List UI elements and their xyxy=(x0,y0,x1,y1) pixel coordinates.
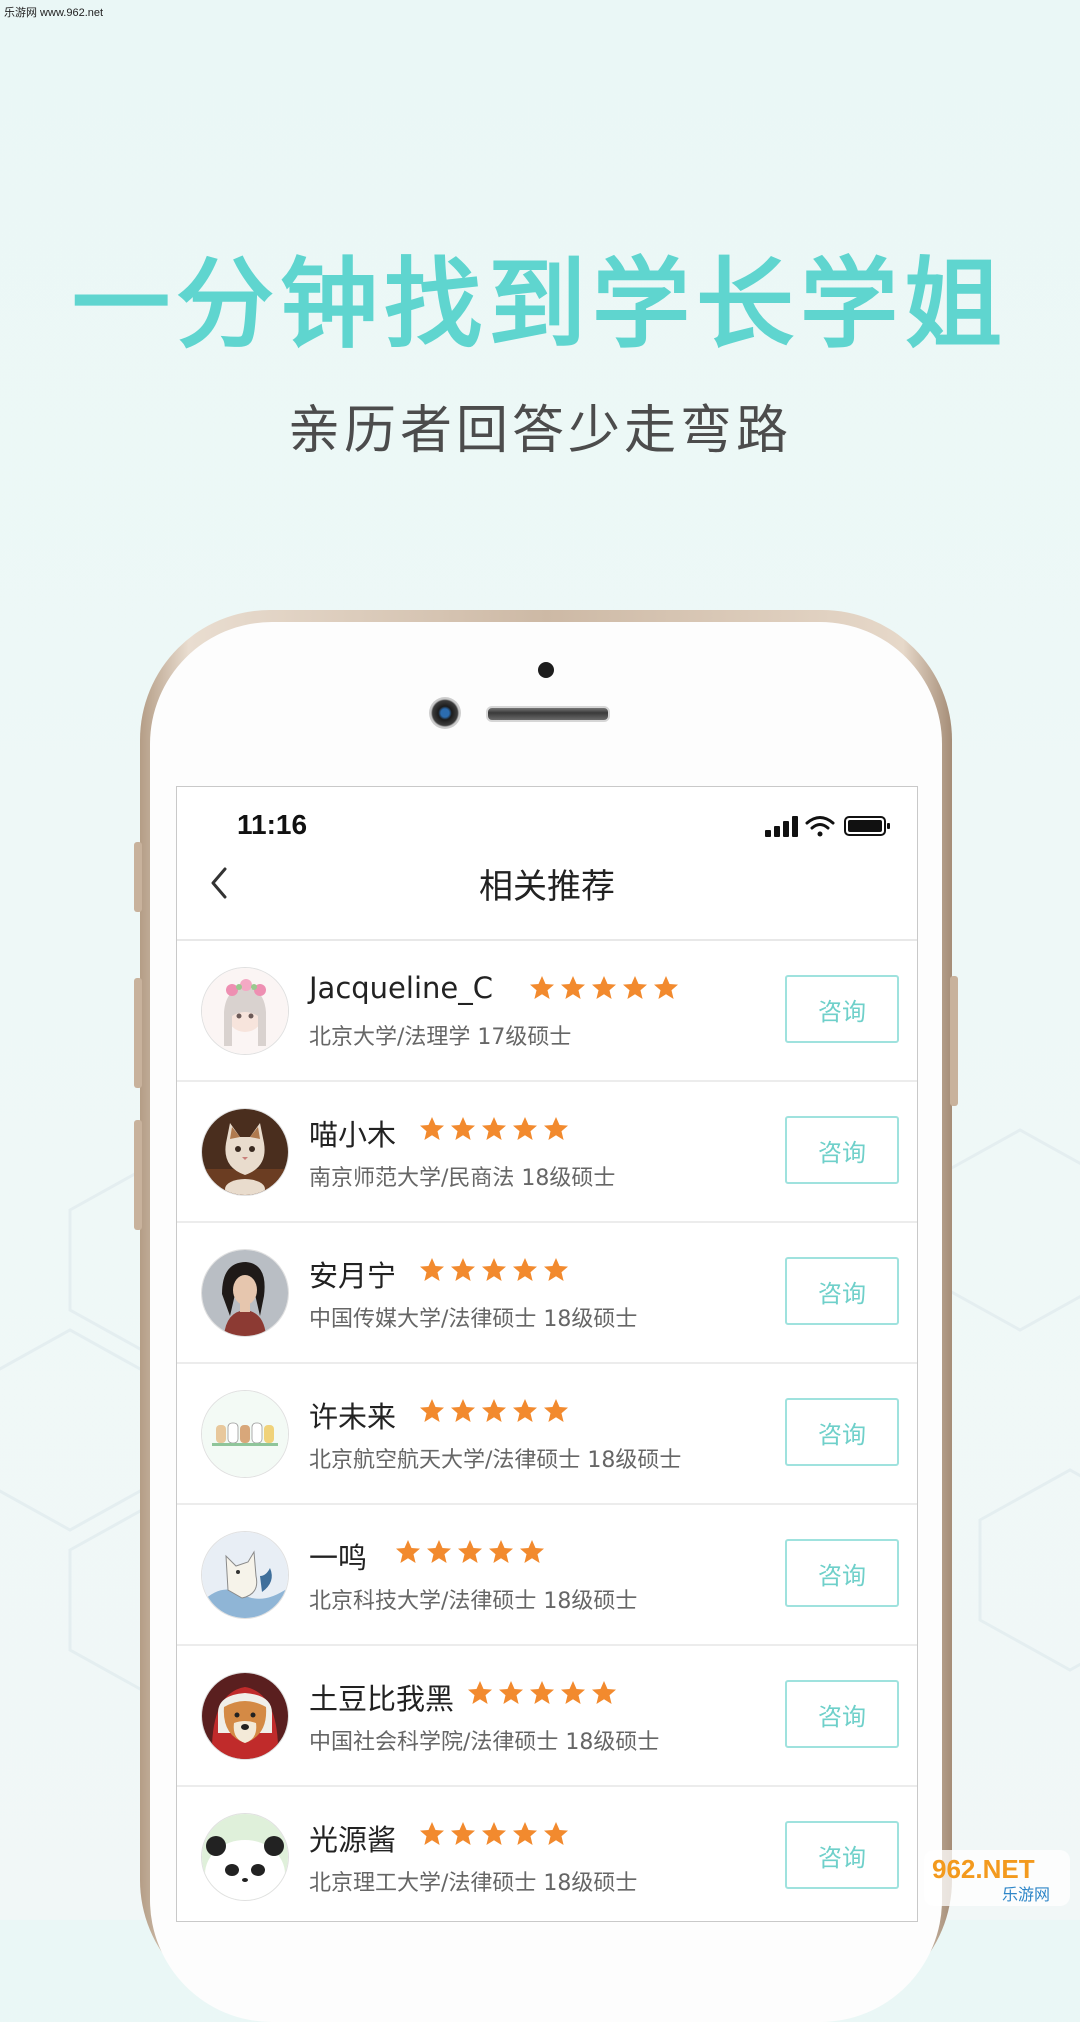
star-icon xyxy=(623,976,647,999)
rating-stars xyxy=(419,1821,569,1847)
star-icon xyxy=(451,1117,475,1140)
site-watermark: 乐游网 www.962.net xyxy=(4,7,104,19)
user-school-info: 北京理工大学/法律硕士 18级硕士 xyxy=(309,1871,638,1896)
consult-button[interactable]: 咨询 xyxy=(785,1539,899,1607)
nav-bar: 11:16 相关推荐 xyxy=(177,787,917,941)
rating-stars xyxy=(419,1398,569,1424)
earpiece-speaker xyxy=(486,706,610,722)
signal-icon xyxy=(765,816,798,837)
avatar xyxy=(201,967,289,1055)
star-icon xyxy=(561,976,585,999)
list-item[interactable]: 许未来 北京航空航天大学/法律硕士 18级硕士 咨询 xyxy=(177,1364,917,1505)
user-school-info: 中国社会科学院/法律硕士 18级硕士 xyxy=(309,1730,660,1755)
user-school-info: 中国传媒大学/法律硕士 18级硕士 xyxy=(309,1307,638,1332)
star-icon xyxy=(592,976,616,999)
star-icon xyxy=(561,1681,585,1704)
star-icon xyxy=(420,1258,444,1281)
phone-volume-down-button xyxy=(134,1120,142,1230)
star-icon xyxy=(427,1540,451,1563)
user-name: 安月宁 xyxy=(309,1259,397,1293)
star-icon xyxy=(544,1117,568,1140)
user-school-info: 北京航空航天大学/法律硕士 18级硕士 xyxy=(309,1448,682,1473)
brand-watermark-sub: 乐游网 xyxy=(1002,1885,1050,1904)
status-icons xyxy=(765,813,895,843)
user-name: 光源酱 xyxy=(309,1823,397,1857)
star-icon xyxy=(482,1258,506,1281)
rating-stars xyxy=(467,1680,617,1706)
rating-stars xyxy=(395,1539,545,1565)
star-icon xyxy=(592,1681,616,1704)
star-icon xyxy=(499,1681,523,1704)
avatar xyxy=(201,1390,289,1478)
star-icon xyxy=(544,1258,568,1281)
proximity-sensor xyxy=(538,662,554,678)
front-camera-icon xyxy=(429,697,461,729)
star-icon xyxy=(451,1822,475,1845)
hero-subline: 亲历者回答少走弯路 xyxy=(287,401,792,461)
user-name: Jacqueline_C xyxy=(309,971,493,1005)
avatar xyxy=(201,1108,289,1196)
status-time: 11:16 xyxy=(237,809,308,840)
star-icon xyxy=(513,1822,537,1845)
rating-stars xyxy=(419,1116,569,1142)
consult-button[interactable]: 咨询 xyxy=(785,1398,899,1466)
user-school-info: 北京大学/法理学 17级硕士 xyxy=(309,1025,572,1050)
user-name: 一鸣 xyxy=(309,1541,368,1575)
star-icon xyxy=(420,1399,444,1422)
user-name: 土豆比我黑 xyxy=(309,1682,455,1716)
star-icon xyxy=(468,1681,492,1704)
brand-watermark-text: 962.NET xyxy=(932,1854,1035,1884)
star-icon xyxy=(451,1399,475,1422)
list-item[interactable]: 土豆比我黑 中国社会科学院/法律硕士 18级硕士 咨询 xyxy=(177,1646,917,1787)
wifi-icon xyxy=(805,816,835,837)
star-icon xyxy=(420,1117,444,1140)
avatar xyxy=(201,1249,289,1337)
consult-button[interactable]: 咨询 xyxy=(785,1116,899,1184)
star-icon xyxy=(654,976,678,999)
battery-icon xyxy=(844,816,890,836)
hero-headline: 一分钟找到学长学姐 xyxy=(71,248,1008,362)
phone-power-button xyxy=(950,976,958,1106)
phone-mute-switch xyxy=(134,842,142,912)
phone-volume-up-button xyxy=(134,978,142,1088)
star-icon xyxy=(513,1117,537,1140)
recommendation-list: Jacqueline_C 北京大学/法理学 17级硕士 咨询 喵小木 南京师范大… xyxy=(177,941,917,1921)
phone-screen: 11:16 相关推荐 Jacqueline_C 北京大学/法理学 17级硕士 咨… xyxy=(176,786,918,1922)
avatar xyxy=(201,1531,289,1619)
list-item[interactable]: 喵小木 南京师范大学/民商法 18级硕士 咨询 xyxy=(177,1082,917,1223)
star-icon xyxy=(544,1399,568,1422)
rating-stars xyxy=(529,975,679,1001)
consult-button[interactable]: 咨询 xyxy=(785,1257,899,1325)
list-item[interactable]: 一鸣 北京科技大学/法律硕士 18级硕士 咨询 xyxy=(177,1505,917,1646)
user-school-info: 南京师范大学/民商法 18级硕士 xyxy=(309,1166,616,1191)
star-icon xyxy=(520,1540,544,1563)
consult-button[interactable]: 咨询 xyxy=(785,975,899,1043)
star-icon xyxy=(482,1822,506,1845)
avatar xyxy=(201,1672,289,1760)
star-icon xyxy=(544,1822,568,1845)
star-icon xyxy=(489,1540,513,1563)
rating-stars xyxy=(419,1257,569,1283)
star-icon xyxy=(530,976,554,999)
list-item[interactable]: 安月宁 中国传媒大学/法律硕士 18级硕士 咨询 xyxy=(177,1223,917,1364)
user-school-info: 北京科技大学/法律硕士 18级硕士 xyxy=(309,1589,638,1614)
avatar xyxy=(201,1813,289,1901)
star-icon xyxy=(396,1540,420,1563)
star-icon xyxy=(513,1399,537,1422)
page-title: 相关推荐 xyxy=(479,867,615,907)
list-item[interactable]: 光源酱 北京理工大学/法律硕士 18级硕士 咨询 xyxy=(177,1787,917,1921)
star-icon xyxy=(420,1822,444,1845)
star-icon xyxy=(458,1540,482,1563)
star-icon xyxy=(530,1681,554,1704)
list-item[interactable]: Jacqueline_C 北京大学/法理学 17级硕士 咨询 xyxy=(177,941,917,1082)
brand-watermark: 962.NET 乐游网 xyxy=(922,1848,1072,1912)
consult-button[interactable]: 咨询 xyxy=(785,1821,899,1889)
star-icon xyxy=(482,1399,506,1422)
star-icon xyxy=(482,1117,506,1140)
star-icon xyxy=(513,1258,537,1281)
consult-button[interactable]: 咨询 xyxy=(785,1680,899,1748)
user-name: 喵小木 xyxy=(309,1118,397,1152)
star-icon xyxy=(451,1258,475,1281)
user-name: 许未来 xyxy=(309,1400,397,1434)
